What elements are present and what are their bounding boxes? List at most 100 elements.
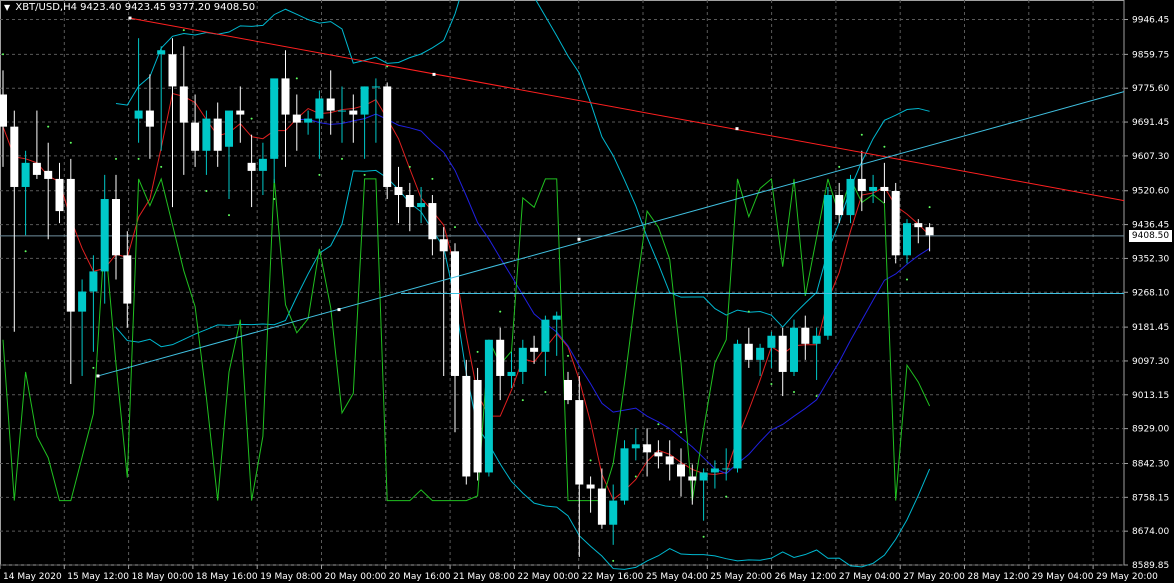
- y-tick-label: 9268.10: [1132, 288, 1169, 298]
- sar-dot: [815, 395, 818, 398]
- candle-body: [744, 343, 753, 360]
- candle-body: [631, 444, 640, 449]
- sar-dot: [499, 310, 502, 313]
- candle-body: [44, 170, 53, 179]
- sar-dot: [680, 431, 682, 434]
- sar-dot: [702, 535, 705, 538]
- sar-dot: [838, 165, 841, 168]
- y-tick-label: 8929.00: [1132, 425, 1169, 435]
- sar-dot: [273, 198, 276, 201]
- candle-body: [315, 98, 324, 119]
- x-tick-label: 27 May 20:00: [903, 572, 965, 582]
- candle-body: [292, 114, 301, 123]
- candles[interactable]: [0, 38, 934, 557]
- y-tick-label: 9013.15: [1132, 391, 1169, 401]
- y-tick-label: 9097.30: [1132, 357, 1169, 367]
- candle-body: [0, 94, 7, 127]
- candle-body: [484, 339, 493, 473]
- trendline-anchor: [337, 308, 341, 312]
- candle-body: [496, 339, 505, 376]
- y-tick-label: 9352.30: [1132, 254, 1169, 264]
- candle-body: [891, 190, 900, 256]
- sar-dot: [250, 117, 253, 120]
- candle-body: [100, 199, 109, 272]
- candle-body: [869, 186, 878, 191]
- y-tick-label: 9181.45: [1132, 323, 1169, 333]
- candle-body: [541, 319, 550, 352]
- candle-body: [428, 203, 437, 240]
- candle-body: [32, 162, 41, 175]
- sar-dot: [476, 350, 479, 353]
- candle-body: [304, 118, 313, 123]
- cyan-trendline: [97, 91, 1125, 377]
- candle-body: [575, 400, 584, 485]
- chart-canvas[interactable]: 9946.45 9859.75 9775.60 9691.45 9607.30 9520.…: [0, 0, 1174, 583]
- candle-body: [880, 186, 889, 191]
- candle-body: [812, 335, 821, 344]
- candle-body: [123, 255, 132, 304]
- x-tick-label: 20 May 00:00: [325, 572, 387, 582]
- candle-body: [846, 178, 855, 216]
- y-tick-label: 9946.45: [1132, 16, 1169, 26]
- candle-body: [586, 484, 595, 489]
- sar-dot: [589, 459, 592, 462]
- trendline-anchor: [735, 127, 739, 131]
- candle-body: [925, 227, 934, 236]
- candle-body: [21, 162, 30, 187]
- candle-body: [145, 110, 154, 127]
- candle-body: [202, 118, 211, 151]
- sar-dot: [115, 157, 117, 160]
- sar-dot: [408, 165, 411, 168]
- sar-dot: [69, 141, 72, 144]
- symbol-info-bar: ▼ XBT/USD,H4 9423.40 9423.45 9377.20 940…: [4, 2, 255, 13]
- candle-body: [134, 110, 143, 119]
- trendline-anchor: [96, 374, 100, 378]
- sar-dot: [883, 145, 886, 148]
- sar-dot: [747, 310, 750, 313]
- y-tick-label: 9607.30: [1132, 152, 1169, 162]
- y-tick-label: 8674.00: [1132, 527, 1169, 537]
- candle-body: [654, 452, 663, 457]
- candle-body: [281, 78, 290, 115]
- candle-body: [213, 118, 222, 151]
- sar-dot: [928, 206, 931, 209]
- sar-dot: [454, 226, 456, 229]
- x-tick-label: 29 May 04:00: [1032, 572, 1094, 582]
- candle-body: [699, 472, 708, 481]
- x-tick-label: 20 May 16:00: [389, 572, 451, 582]
- sar-dot: [341, 157, 343, 160]
- sar-dot: [2, 53, 4, 56]
- upper-band-line: [115, 0, 930, 328]
- price-chart[interactable]: 9946.45 9859.75 9775.60 9691.45 9607.30 9520.…: [0, 0, 1174, 583]
- sar-dot: [657, 423, 660, 426]
- y-tick-label: 9520.60: [1132, 187, 1169, 197]
- candle-body: [270, 78, 279, 159]
- current-price-tag: 9408.50: [1129, 229, 1172, 242]
- sar-dot: [793, 391, 795, 394]
- candle-body: [225, 110, 233, 147]
- candle-body: [914, 223, 923, 228]
- candle-body: [191, 122, 200, 151]
- trendline-anchor: [577, 237, 581, 241]
- candle-body: [665, 456, 674, 465]
- y-tick-label: 9691.45: [1132, 118, 1169, 128]
- candle-body: [620, 448, 629, 501]
- x-tick-label: 25 May 20:00: [710, 572, 772, 582]
- candle-body: [236, 110, 245, 115]
- drawings[interactable]: [96, 16, 1125, 378]
- sar-dot: [47, 125, 50, 128]
- candle-body: [801, 327, 810, 344]
- candle-body: [756, 347, 765, 360]
- y-tick-label: 8842.30: [1132, 459, 1169, 469]
- x-tick-label: 22 May 16:00: [582, 572, 644, 582]
- sar-dot: [205, 189, 208, 192]
- x-tick-label: 25 May 04:00: [646, 572, 708, 582]
- low-value: 9377.20: [169, 2, 211, 13]
- x-tick-label: 28 May 12:00: [968, 572, 1030, 582]
- x-tick-label: 15 May 12:00: [67, 572, 129, 582]
- candle-body: [722, 468, 731, 470]
- sar-dot: [567, 354, 569, 357]
- y-tick-label: 9775.60: [1132, 84, 1169, 94]
- candle-body: [462, 375, 471, 477]
- x-tick-label: 22 May 00:00: [517, 572, 579, 582]
